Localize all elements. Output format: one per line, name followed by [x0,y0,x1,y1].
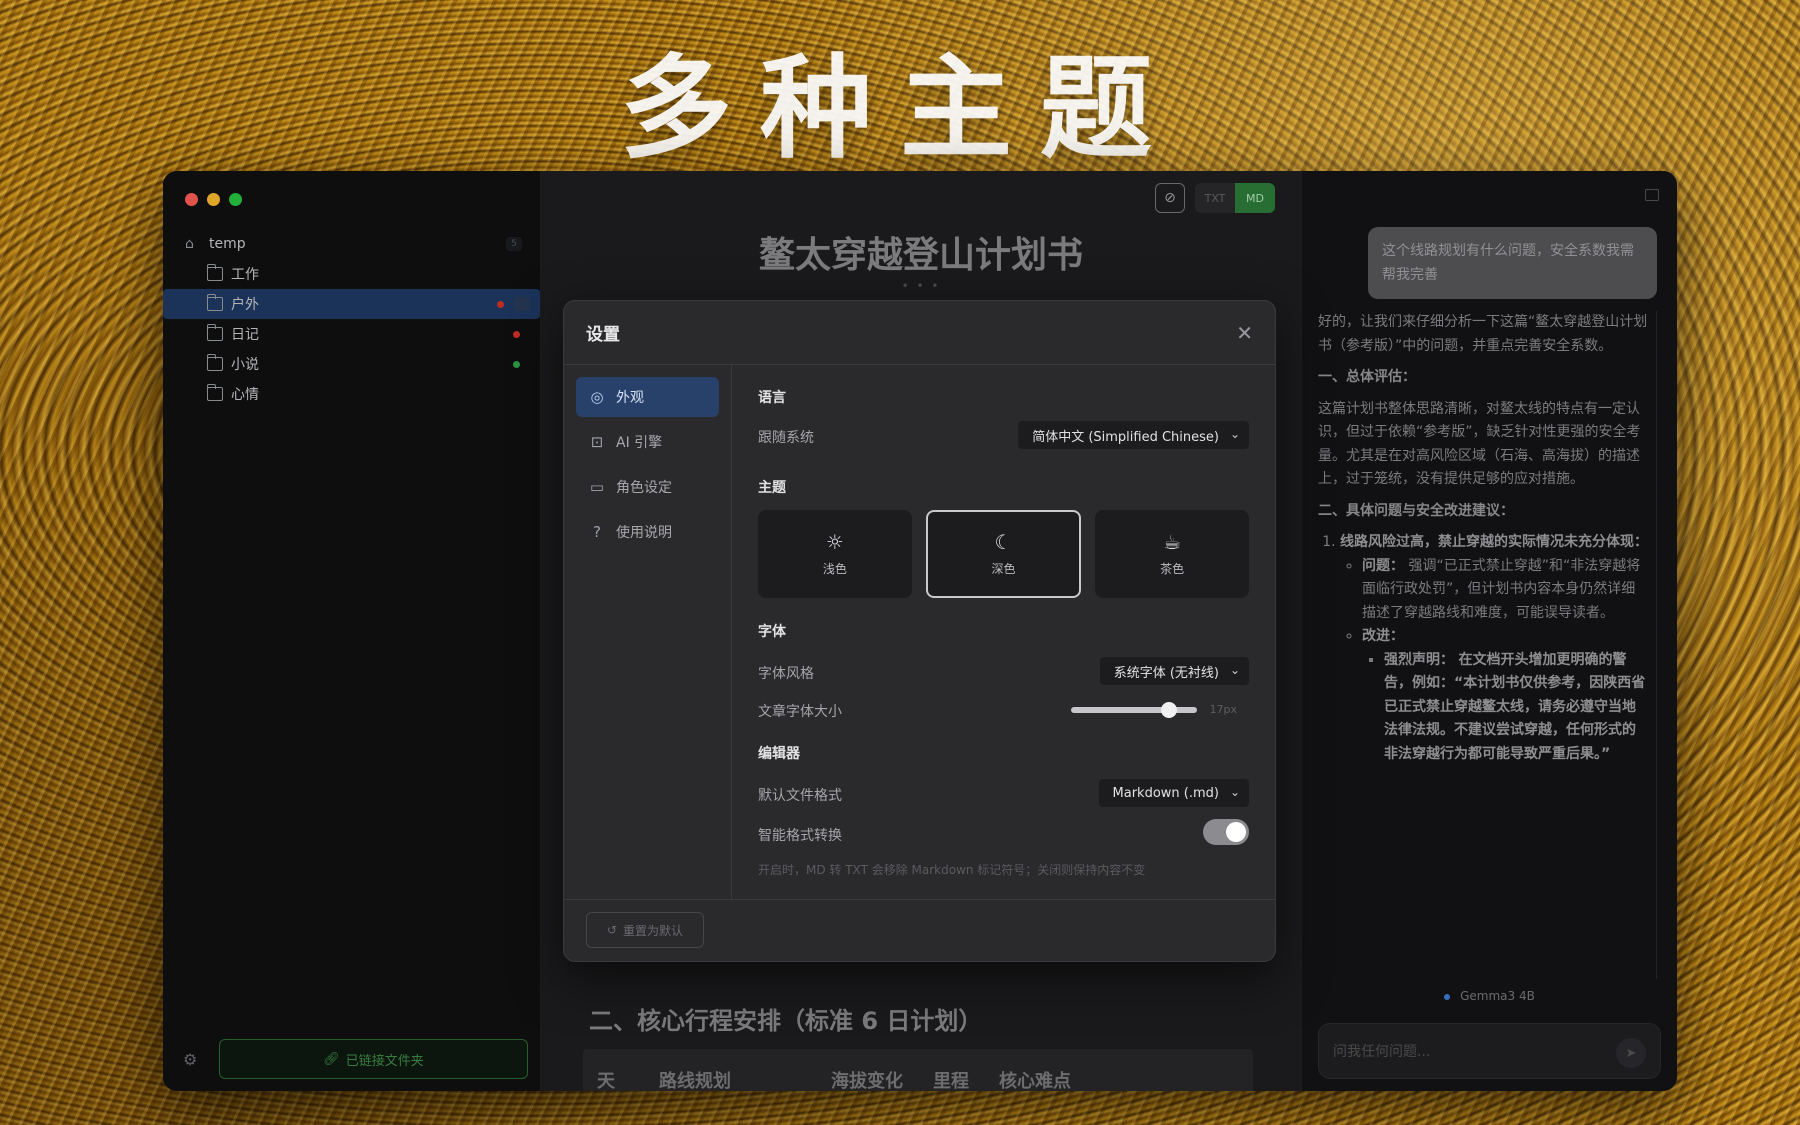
smart-convert-hint: 开启时，MD 转 TXT 会移除 Markdown 标记符号；关闭则保持内容不变 [758,863,1146,877]
theme-tea-card[interactable]: ☕ 茶色 [1095,510,1250,598]
font-style-label: 字体风格 [758,666,814,682]
theme-label: 浅色 [822,561,847,576]
language-value: 简体中文 (Simplified Chinese) [1032,429,1219,445]
font-size-value: 17px [1209,703,1238,716]
nav-help[interactable]: ? 使用说明 [576,512,719,552]
settings-title: 设置 [586,325,620,345]
theme-options: ☼ 浅色 ☾ 深色 ☕ 茶色 [758,510,1250,598]
theme-label: 茶色 [1160,561,1185,576]
language-label: 跟随系统 [758,430,814,446]
section-theme: 主题 [758,480,786,496]
palette-icon: ◎ [590,388,604,406]
section-language: 语言 [758,390,786,406]
section-editor: 编辑器 [758,746,800,762]
smart-convert-toggle[interactable] [1203,819,1249,845]
robot-icon: ⊡ [590,433,604,451]
theme-label: 深色 [991,561,1016,576]
theme-dark-card[interactable]: ☾ 深色 [925,510,1082,598]
nav-appearance[interactable]: ◎ 外观 [576,377,719,417]
section-font: 字体 [758,624,786,640]
chevron-down-icon: ⌄ [1229,785,1240,799]
sun-icon: ☼ [825,529,844,554]
nav-label: AI 引擎 [616,435,663,451]
close-icon[interactable]: ✕ [1236,321,1253,345]
cup-icon: ☕ [1163,529,1182,554]
nav-label: 使用说明 [616,525,672,541]
file-format-select[interactable]: Markdown (.md) ⌄ [1098,779,1249,807]
toggle-knob [1226,822,1246,842]
nav-label: 角色设定 [616,480,672,496]
settings-nav: ◎ 外观 ⊡ AI 引擎 ▭ 角色设定 ? 使用说明 [564,365,732,899]
settings-content: 语言 跟随系统 简体中文 (Simplified Chinese) ⌄ 主题 ☼… [732,365,1275,899]
chevron-down-icon: ⌄ [1229,663,1240,677]
nav-persona[interactable]: ▭ 角色设定 [576,467,719,507]
chat-icon: ▭ [589,478,605,496]
font-style-value: 系统字体 (无衬线) [1113,665,1219,681]
smart-convert-label: 智能格式转换 [758,828,842,844]
font-size-label: 文章字体大小 [758,704,842,720]
settings-dialog: 设置 ✕ ◎ 外观 ⊡ AI 引擎 ▭ 角色设定 ? 使用说明 语言 跟随系统 … [563,300,1276,962]
moon-icon: ☾ [994,529,1013,554]
font-style-select[interactable]: 系统字体 (无衬线) ⌄ [1099,657,1249,685]
reset-icon: ↺ [606,923,618,937]
nav-label: 外观 [616,390,644,406]
reset-label: 重置为默认 [623,923,684,938]
hero-title: 多种主题 [620,44,1180,174]
settings-header: 设置 ✕ [564,301,1275,365]
theme-light-card[interactable]: ☼ 浅色 [758,510,912,598]
slider-handle[interactable] [1161,702,1178,718]
nav-ai-engine[interactable]: ⊡ AI 引擎 [576,422,719,462]
help-icon: ? [593,523,601,541]
font-size-slider[interactable] [1071,702,1197,718]
reset-defaults-button[interactable]: ↺ 重置为默认 [586,912,704,948]
file-format-value: Markdown (.md) [1112,785,1219,801]
settings-footer: ↺ 重置为默认 [564,899,1275,961]
chevron-down-icon: ⌄ [1229,427,1240,441]
file-format-label: 默认文件格式 [758,788,842,804]
language-select[interactable]: 简体中文 (Simplified Chinese) ⌄ [1018,421,1249,449]
